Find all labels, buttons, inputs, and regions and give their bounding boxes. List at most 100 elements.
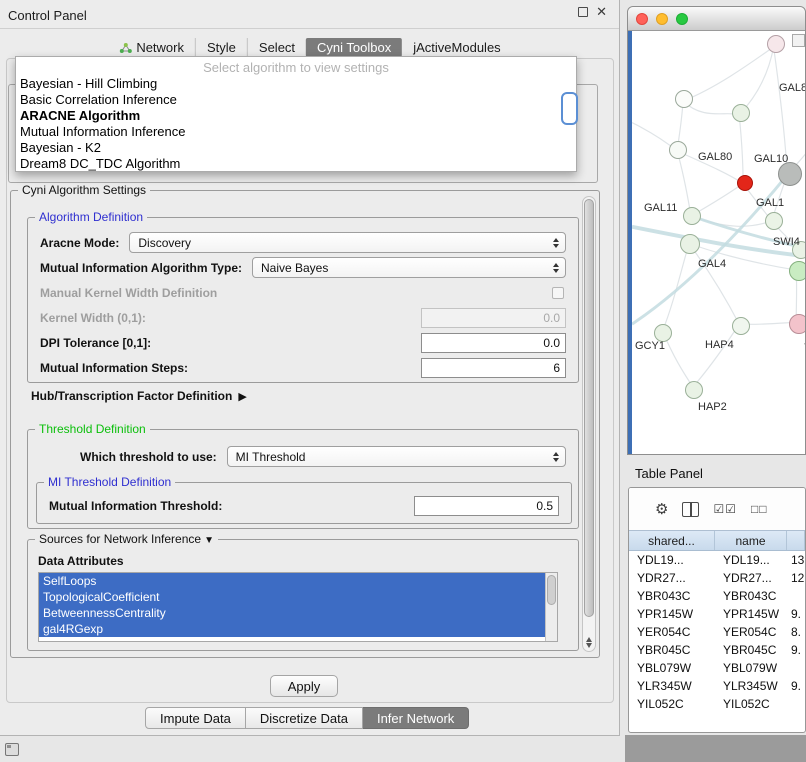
network-window-titlebar	[628, 7, 805, 31]
table-row[interactable]: YBR045CYBR045C9.	[629, 641, 805, 659]
algorithm-option[interactable]: Basic Correlation Inference	[16, 92, 576, 108]
network-tab-icon	[118, 42, 132, 54]
data-attributes-listbox: SelfLoopsTopologicalCoefficientBetweenne…	[38, 572, 558, 642]
close-panel-icon[interactable]: ✕	[596, 7, 607, 17]
collapse-down-icon: ▼	[204, 535, 214, 546]
network-node[interactable]	[778, 162, 802, 186]
threshold-definition-group: Threshold Definition Which threshold to …	[27, 429, 579, 529]
table-cell: 9.	[787, 677, 805, 695]
network-node[interactable]	[732, 317, 750, 335]
table-row[interactable]: YLR345WYLR345W9.	[629, 677, 805, 695]
column-header-shared-name[interactable]: shared...	[629, 531, 715, 550]
column-header-name[interactable]: name	[715, 531, 787, 550]
mi-threshold-field[interactable]	[414, 496, 559, 516]
sources-expander[interactable]: Sources for Network Inference▼	[35, 532, 218, 546]
dpi-tolerance-label: DPI Tolerance [0,1]:	[40, 336, 151, 350]
table-row[interactable]: YDR27...YDR27...12	[629, 569, 805, 587]
data-attribute-item[interactable]: TopologicalCoefficient	[39, 589, 545, 605]
network-node[interactable]	[737, 175, 753, 191]
algorithm-option[interactable]: Bayesian - Hill Climbing	[16, 76, 576, 92]
network-node[interactable]	[789, 314, 805, 334]
scrollbar-arrows-icon[interactable]	[583, 637, 595, 648]
show-columns-icon[interactable]	[682, 502, 699, 517]
settings-scrollbar[interactable]	[582, 196, 596, 652]
data-attribute-item[interactable]: gal4RGexp	[39, 621, 545, 637]
zoom-window-icon[interactable]	[676, 13, 688, 25]
control-panel-titlebar: Control Panel ✕	[0, 0, 619, 29]
table-cell: YER054C	[629, 623, 715, 641]
hub-transcription-factor-expander[interactable]: Hub/Transcription Factor Definition ▶	[31, 389, 247, 403]
table-panel-title: Table Panel	[635, 466, 703, 481]
network-node[interactable]	[669, 141, 687, 159]
table-row[interactable]: YPR145WYPR145W9.	[629, 605, 805, 623]
network-node[interactable]	[675, 90, 693, 108]
mi-algorithm-type-label: Mutual Information Algorithm Type:	[40, 261, 242, 275]
algorithm-option[interactable]: Dream8 DC_TDC Algorithm	[16, 156, 576, 172]
algorithm-option[interactable]: Bayesian - K2	[16, 140, 576, 156]
which-threshold-select[interactable]: MI Threshold	[227, 446, 566, 467]
network-node[interactable]	[732, 104, 750, 122]
dpi-tolerance-field[interactable]	[421, 333, 566, 353]
table-cell: YBR045C	[629, 641, 715, 659]
network-node[interactable]	[685, 381, 703, 399]
algorithm-option[interactable]: Mutual Information Inference	[16, 124, 576, 140]
table-row[interactable]: YBL079WYBL079W	[629, 659, 805, 677]
tab-network[interactable]: Network	[107, 38, 195, 57]
table-row[interactable]: YIL052CYIL052C	[629, 695, 805, 713]
mi-steps-field[interactable]	[421, 358, 566, 378]
scrollbar-thumb[interactable]	[584, 199, 594, 617]
close-window-icon[interactable]	[636, 13, 648, 25]
table-cell: 12	[787, 569, 805, 587]
manual-kernel-width-checkbox[interactable]	[552, 287, 564, 299]
network-node-label: GAL80	[698, 151, 732, 163]
mi-threshold-definition-group: MI Threshold Definition Mutual Informati…	[36, 482, 572, 524]
network-node-label: GAL4	[698, 258, 726, 270]
select-all-columns-icon[interactable]: ☑☑	[713, 502, 737, 516]
tab-jactivemodules[interactable]: jActiveModules	[402, 38, 511, 57]
tab-style[interactable]: Style	[195, 38, 247, 57]
tab-cyni-toolbox[interactable]: Cyni Toolbox	[306, 38, 402, 57]
table-body: YDL19...YDL19...13YDR27...YDR27...12YBR0…	[629, 551, 805, 713]
table-cell: YDL19...	[629, 551, 715, 569]
network-node[interactable]	[680, 234, 700, 254]
network-node[interactable]	[765, 212, 783, 230]
restore-panel-dock-icon[interactable]	[5, 743, 19, 756]
network-node[interactable]	[767, 35, 785, 53]
algorithm-option[interactable]: ARACNE Algorithm	[16, 108, 576, 124]
data-attribute-item[interactable]: SelfLoops	[39, 573, 545, 589]
network-node[interactable]	[683, 207, 701, 225]
sources-group: Sources for Network Inference▼ Data Attr…	[27, 539, 579, 651]
table-row[interactable]: YDL19...YDL19...13	[629, 551, 805, 569]
table-row[interactable]: YER054CYER054C8.	[629, 623, 805, 641]
table-cell: YIL052C	[715, 695, 787, 713]
float-window-icon[interactable]	[578, 7, 588, 17]
list-scrollbar[interactable]	[545, 573, 557, 641]
column-header-extra[interactable]	[787, 531, 805, 550]
data-attribute-item[interactable]: BetweennessCentrality	[39, 605, 545, 621]
tab-discretize-data[interactable]: Discretize Data	[246, 707, 363, 729]
mi-algorithm-type-select[interactable]: Naive Bayes	[252, 257, 566, 278]
aracne-mode-select[interactable]: Discovery	[129, 232, 566, 253]
table-cell: 8.	[787, 623, 805, 641]
table-settings-gear-icon[interactable]: ⚙	[655, 502, 668, 517]
apply-button[interactable]: Apply	[270, 675, 338, 697]
group-title: Threshold Definition	[35, 422, 150, 436]
tab-impute-data[interactable]: Impute Data	[145, 707, 246, 729]
kernel-width-field[interactable]	[421, 308, 566, 328]
table-cell: YPR145W	[715, 605, 787, 623]
tab-infer-network[interactable]: Infer Network	[363, 707, 469, 729]
sources-title: Sources for Network Inference	[39, 532, 201, 546]
minimize-window-icon[interactable]	[656, 13, 668, 25]
combo-value: MI Threshold	[236, 450, 306, 464]
table-cell: 9.	[787, 641, 805, 659]
stepper-arrows-icon	[553, 238, 559, 248]
network-canvas[interactable]: GAL8GAL80GAL10GAL11GAL1SWI4GAL4GCY1HAP4H…	[628, 31, 805, 454]
network-view-window: GAL8GAL80GAL10GAL11GAL1SWI4GAL4GCY1HAP4H…	[627, 6, 806, 455]
network-node[interactable]	[789, 261, 805, 281]
unselect-all-columns-icon[interactable]: □□	[751, 502, 768, 516]
table-row[interactable]: YBR043CYBR043C	[629, 587, 805, 605]
table-cell: YDR27...	[629, 569, 715, 587]
tab-select[interactable]: Select	[247, 38, 306, 57]
algorithm-dropdown-prompt: Select algorithm to view settings	[16, 59, 576, 76]
kernel-width-label: Kernel Width (0,1):	[40, 311, 146, 325]
